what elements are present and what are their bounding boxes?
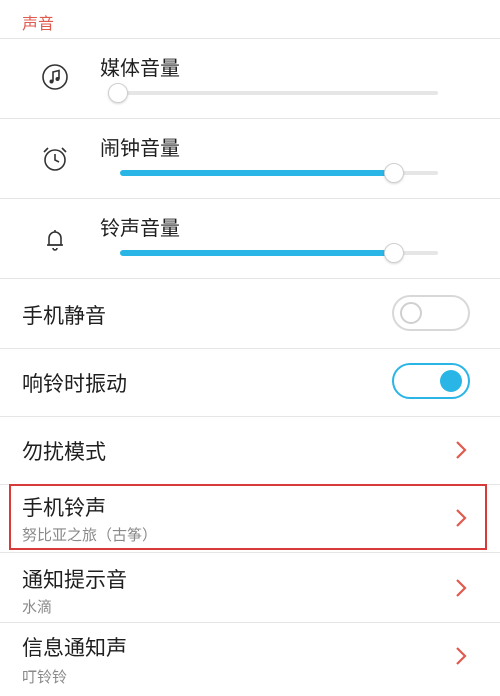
ringtone-volume-slider[interactable] <box>120 243 438 263</box>
media-volume-slider[interactable] <box>108 83 438 103</box>
notification-sound-row[interactable]: 通知提示音 水滴 <box>0 552 500 623</box>
chevron-right-icon <box>452 644 470 668</box>
do-not-disturb-label: 勿扰模式 <box>22 440 106 464</box>
media-volume-label: 媒体音量 <box>100 56 180 80</box>
toggle-knob <box>440 370 462 392</box>
slider-fill <box>120 250 393 256</box>
chevron-right-icon <box>452 438 470 462</box>
music-note-icon <box>40 62 70 92</box>
toggle-knob <box>400 302 422 324</box>
bell-icon <box>40 224 70 254</box>
mute-label: 手机静音 <box>22 304 106 328</box>
slider-thumb[interactable] <box>384 243 404 263</box>
alarm-clock-icon <box>40 144 70 174</box>
message-sound-row[interactable]: 信息通知声 叮铃铃 <box>0 622 500 696</box>
vibrate-on-ring-label: 响铃时振动 <box>22 372 127 396</box>
message-sound-value: 叮铃铃 <box>22 668 68 686</box>
mute-toggle[interactable] <box>392 295 470 331</box>
slider-fill <box>120 170 393 176</box>
vibrate-on-ring-row[interactable]: 响铃时振动 <box>0 348 500 417</box>
section-header: 声音 <box>0 0 500 39</box>
slider-thumb[interactable] <box>384 163 404 183</box>
mute-row[interactable]: 手机静音 <box>0 278 500 349</box>
alarm-volume-label: 闹钟音量 <box>100 136 180 160</box>
highlight-box <box>9 484 487 550</box>
alarm-volume-slider[interactable] <box>120 163 438 183</box>
slider-track <box>108 91 438 95</box>
ringtone-volume-row: 铃声音量 <box>0 198 500 279</box>
do-not-disturb-row[interactable]: 勿扰模式 <box>0 416 500 485</box>
message-sound-label: 信息通知声 <box>22 636 127 660</box>
section-title: 声音 <box>22 14 55 33</box>
slider-thumb[interactable] <box>108 83 128 103</box>
chevron-right-icon <box>452 576 470 600</box>
notification-sound-label: 通知提示音 <box>22 568 127 592</box>
notification-sound-value: 水滴 <box>22 598 53 616</box>
media-volume-row: 媒体音量 <box>0 38 500 119</box>
ringtone-volume-label: 铃声音量 <box>100 216 180 240</box>
vibrate-on-ring-toggle[interactable] <box>392 363 470 399</box>
alarm-volume-row: 闹钟音量 <box>0 118 500 199</box>
